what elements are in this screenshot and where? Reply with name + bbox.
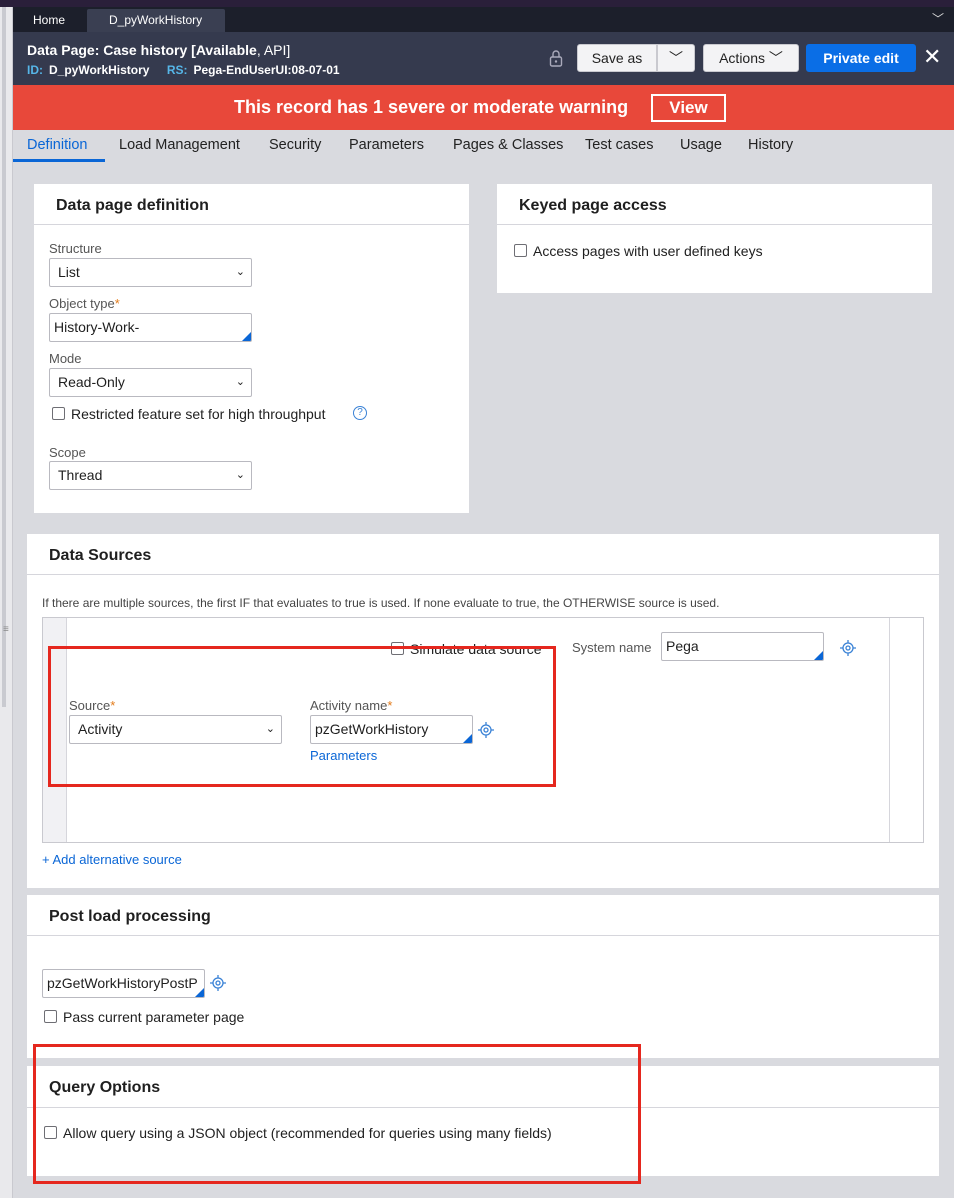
chevron-down-icon: ⌄ [235, 266, 245, 278]
keyed-page-access-card: Keyed page access Access pages with user… [497, 184, 932, 293]
tab-parameters[interactable]: Parameters [349, 137, 424, 153]
object-type-value: History-Work- [54, 319, 140, 335]
object-type-label: Object type* [49, 296, 120, 311]
divider [497, 224, 932, 225]
view-warnings-button[interactable]: View [651, 94, 726, 122]
crosshair-icon[interactable] [210, 975, 226, 991]
definition-title: Data page definition [56, 197, 209, 214]
actions-button[interactable]: Actions ﹀ [703, 44, 799, 72]
left-rail: ≡ [0, 7, 13, 1198]
close-icon[interactable]: ✕ [923, 46, 941, 68]
post-load-activity-input[interactable]: pzGetWorkHistoryPostP [42, 969, 205, 998]
rs-value: Pega-EndUserUI:08-07-01 [193, 63, 340, 77]
highlight-box-query-options [33, 1044, 641, 1184]
tab-d-pyworkhistory[interactable]: D_pyWorkHistory [87, 9, 225, 32]
record-title: Data Page: Case history [Available, API] [27, 42, 290, 58]
system-name-value: Pega [666, 638, 699, 654]
id-label: ID: [27, 63, 43, 77]
chevron-down-icon: ﹀ [768, 50, 783, 66]
post-load-title: Post load processing [49, 908, 211, 925]
structure-label: Structure [49, 241, 102, 256]
rs-label: RS: [166, 63, 188, 77]
private-edit-button[interactable]: Private edit [806, 44, 916, 72]
warning-text: This record has 1 severe or moderate war… [234, 97, 629, 117]
scope-label: Scope [49, 445, 86, 460]
pass-parameter-page-checkbox[interactable] [44, 1010, 57, 1023]
record-id-line: ID: D_pyWorkHistory RS: Pega-EndUserUI:08-… [27, 63, 354, 77]
add-alternative-source-link[interactable]: + Add alternative source [42, 852, 182, 867]
help-icon[interactable]: ? [353, 406, 367, 420]
tab-definition[interactable]: Definition [27, 137, 87, 153]
id-value: D_pyWorkHistory [49, 63, 150, 77]
tab-security[interactable]: Security [269, 137, 321, 153]
post-load-processing-card: Post load processing pzGetWorkHistoryPos… [27, 895, 939, 1058]
save-as-menu-button[interactable]: ﹀ [657, 44, 695, 72]
chevron-down-icon: ⌄ [235, 469, 245, 481]
warning-banner: This record has 1 severe or moderate war… [13, 85, 954, 130]
title-status: Available [195, 42, 257, 58]
crosshair-icon[interactable] [840, 640, 856, 656]
autocomplete-indicator-icon [195, 988, 204, 997]
mode-value: Read-Only [58, 374, 125, 390]
resize-grip-icon[interactable]: ≡ [3, 625, 9, 635]
tab-home[interactable]: Home [21, 9, 77, 32]
chevron-down-icon: ﹀ [669, 50, 683, 66]
rule-form-tabs: Definition Load Management Security Para… [13, 130, 954, 162]
object-type-input[interactable]: History-Work- [49, 313, 252, 342]
system-name-label: System name [572, 640, 652, 655]
scope-value: Thread [58, 467, 103, 483]
data-page-definition-card: Data page definition Structure List ⌄ Obj… [34, 184, 469, 513]
autocomplete-indicator-icon [242, 332, 251, 341]
access-pages-checkbox[interactable] [514, 244, 527, 257]
lock-icon [549, 50, 563, 67]
divider [27, 574, 939, 575]
mode-label: Mode [49, 351, 82, 366]
chevron-down-icon: ⌄ [235, 376, 245, 388]
data-sources-title: Data Sources [49, 547, 152, 564]
mode-select[interactable]: Read-Only ⌄ [49, 368, 252, 397]
post-load-activity-value: pzGetWorkHistoryPostP [47, 975, 198, 991]
window-top-strip [0, 0, 954, 7]
restricted-checkbox[interactable] [52, 407, 65, 420]
tab-load-management[interactable]: Load Management [119, 137, 240, 153]
autocomplete-indicator-icon [814, 651, 823, 660]
structure-select[interactable]: List ⌄ [49, 258, 252, 287]
structure-value: List [58, 264, 80, 280]
restricted-label: Restricted feature set for high throughp… [71, 406, 326, 422]
object-type-label-text: Object type [49, 296, 115, 311]
tab-history[interactable]: History [748, 137, 793, 153]
required-icon: * [114, 296, 120, 311]
tab-test-cases[interactable]: Test cases [585, 137, 654, 153]
keyed-title: Keyed page access [519, 197, 667, 214]
highlight-box-source [48, 646, 556, 787]
left-rail-scrollbar[interactable] [2, 7, 6, 707]
pass-parameter-page-label: Pass current parameter page [63, 1009, 245, 1025]
access-pages-label: Access pages with user defined keys [533, 243, 763, 259]
row-actions[interactable] [889, 618, 923, 842]
divider [34, 224, 469, 225]
title-api: , API] [256, 42, 291, 58]
active-tab-indicator [13, 159, 105, 162]
scope-select[interactable]: Thread ⌄ [49, 461, 252, 490]
actions-label: Actions [719, 50, 766, 66]
record-tab-bar: Home D_pyWorkHistory ﹀ [13, 7, 954, 32]
record-header: Data Page: Case history [Available, API]… [13, 32, 954, 85]
chevron-down-icon[interactable]: ﹀ [932, 10, 944, 27]
title-prefix: Data Page: Case history [ [27, 42, 196, 58]
data-sources-note: If there are multiple sources, the first… [42, 596, 720, 610]
save-as-button[interactable]: Save as [577, 44, 657, 72]
tab-usage[interactable]: Usage [680, 137, 722, 153]
tab-pages-classes[interactable]: Pages & Classes [453, 137, 563, 153]
system-name-input[interactable]: Pega [661, 632, 824, 661]
divider [27, 935, 939, 936]
